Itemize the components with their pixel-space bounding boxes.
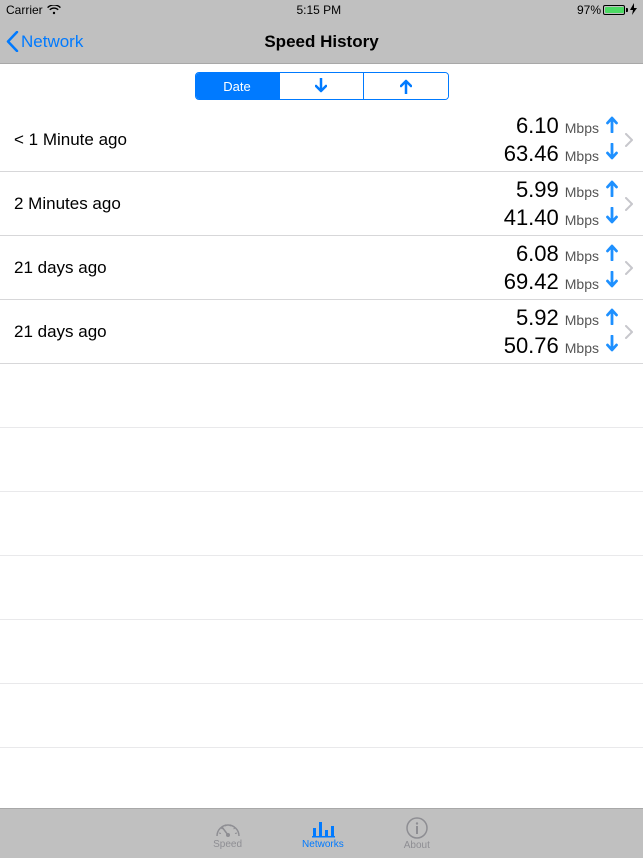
info-icon: [406, 817, 428, 839]
chevron-right-icon: [625, 261, 633, 275]
tab-bar: Speed Networks About: [0, 808, 643, 858]
segment-download[interactable]: [280, 73, 364, 99]
sort-segmented-control: Date: [195, 72, 449, 100]
sort-control-wrap: Date: [0, 64, 643, 108]
tab-label: About: [404, 840, 430, 851]
empty-row: [0, 428, 643, 492]
row-time: 21 days ago: [14, 258, 504, 278]
upload-value: 6.08: [516, 241, 559, 267]
status-time: 5:15 PM: [296, 3, 341, 17]
arrow-down-icon: [605, 207, 619, 225]
download-value: 69.42: [504, 269, 559, 295]
download-value: 41.40: [504, 205, 559, 231]
charging-icon: [630, 3, 637, 18]
upload-value: 5.99: [516, 177, 559, 203]
empty-row: [0, 556, 643, 620]
empty-row: [0, 748, 643, 808]
unit-label: Mbps: [565, 248, 599, 264]
empty-row: [0, 364, 643, 428]
carrier-label: Carrier: [6, 3, 43, 17]
status-bar: Carrier 5:15 PM 97%: [0, 0, 643, 20]
arrow-up-icon: [605, 179, 619, 197]
upload-value: 6.10: [516, 113, 559, 139]
empty-row: [0, 684, 643, 748]
unit-label: Mbps: [565, 312, 599, 328]
history-row[interactable]: 21 days ago 5.92 Mbps 50.76 Mbps: [0, 300, 643, 364]
battery-icon: [603, 5, 628, 15]
history-row[interactable]: < 1 Minute ago 6.10 Mbps 63.46 Mbps: [0, 108, 643, 172]
tab-label: Speed: [213, 839, 242, 850]
arrow-up-icon: [605, 115, 619, 133]
upload-value: 5.92: [516, 305, 559, 331]
download-value: 50.76: [504, 333, 559, 359]
chevron-right-icon: [625, 133, 633, 147]
arrow-up-icon: [605, 307, 619, 325]
history-row[interactable]: 2 Minutes ago 5.99 Mbps 41.40 Mbps: [0, 172, 643, 236]
chevron-right-icon: [625, 325, 633, 339]
arrow-down-icon: [605, 335, 619, 353]
tab-speed[interactable]: Speed: [213, 818, 242, 850]
unit-label: Mbps: [565, 212, 599, 228]
page-title: Speed History: [0, 32, 643, 52]
history-row[interactable]: 21 days ago 6.08 Mbps 69.42 Mbps: [0, 236, 643, 300]
battery-percent: 97%: [577, 3, 601, 17]
tab-networks[interactable]: Networks: [302, 818, 344, 850]
segment-upload[interactable]: [364, 73, 448, 99]
arrow-down-icon: [315, 78, 327, 94]
arrow-up-icon: [400, 78, 412, 94]
unit-label: Mbps: [565, 276, 599, 292]
back-button[interactable]: Network: [0, 31, 83, 52]
row-time: 21 days ago: [14, 322, 504, 342]
row-time: < 1 Minute ago: [14, 130, 504, 150]
unit-label: Mbps: [565, 148, 599, 164]
unit-label: Mbps: [565, 120, 599, 136]
gauge-icon: [215, 818, 241, 838]
row-time: 2 Minutes ago: [14, 194, 504, 214]
history-list: < 1 Minute ago 6.10 Mbps 63.46 Mbps 2 Mi…: [0, 108, 643, 808]
empty-row: [0, 620, 643, 684]
empty-row: [0, 492, 643, 556]
segment-date[interactable]: Date: [196, 73, 280, 99]
unit-label: Mbps: [565, 184, 599, 200]
unit-label: Mbps: [565, 340, 599, 356]
tab-label: Networks: [302, 839, 344, 850]
bars-icon: [310, 818, 336, 838]
chevron-right-icon: [625, 197, 633, 211]
download-value: 63.46: [504, 141, 559, 167]
wifi-icon: [47, 5, 61, 15]
arrow-up-icon: [605, 243, 619, 261]
nav-bar: Network Speed History: [0, 20, 643, 64]
tab-about[interactable]: About: [404, 817, 430, 851]
arrow-down-icon: [605, 271, 619, 289]
arrow-down-icon: [605, 143, 619, 161]
back-label: Network: [21, 32, 83, 52]
